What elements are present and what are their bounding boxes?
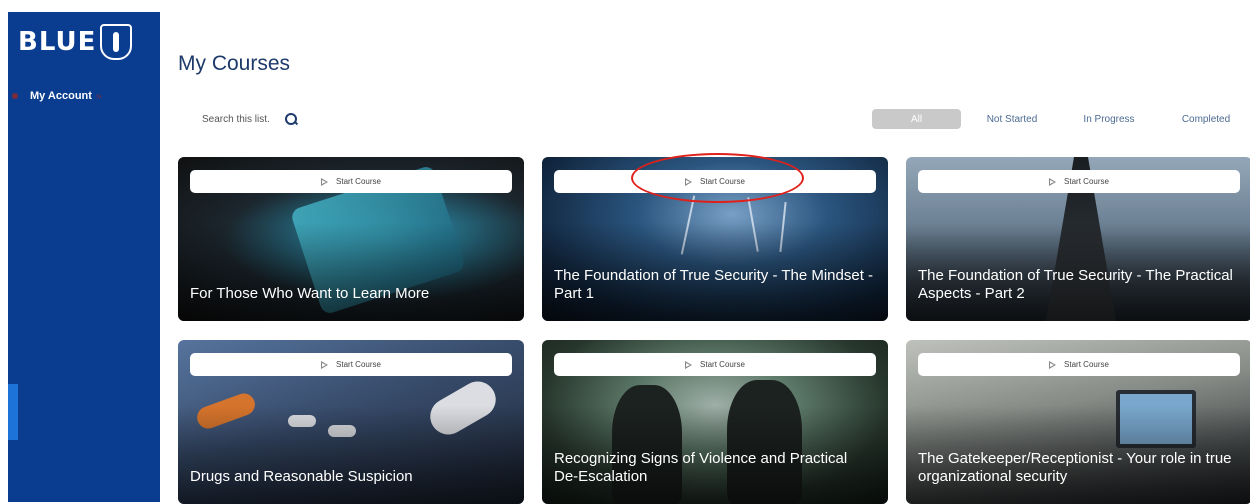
start-course-label: Start Course xyxy=(336,360,381,369)
start-course-label: Start Course xyxy=(700,360,745,369)
course-card[interactable]: Start Course Drugs and Reasonable Suspic… xyxy=(178,340,524,504)
chevron-right-icon: » xyxy=(95,90,102,102)
course-title[interactable]: The Foundation of True Security - The Pr… xyxy=(918,267,1238,303)
start-course-button[interactable]: Start Course xyxy=(190,353,512,376)
course-card[interactable]: Start Course The Foundation of True Secu… xyxy=(906,157,1250,321)
start-course-button[interactable]: Start Course xyxy=(918,170,1240,193)
filter-in-progress[interactable]: In Progress xyxy=(1078,109,1140,129)
start-course-label: Start Course xyxy=(1064,360,1109,369)
sidebar-item-my-account[interactable]: My Account » xyxy=(8,90,160,102)
search-icon[interactable] xyxy=(284,112,298,126)
course-title[interactable]: The Foundation of True Security - The Mi… xyxy=(554,267,874,303)
filter-completed[interactable]: Completed xyxy=(1177,109,1235,129)
sidebar-item-label: My Account xyxy=(30,90,92,102)
search-input[interactable] xyxy=(202,113,276,125)
filter-all[interactable]: All xyxy=(872,109,961,129)
search-bar xyxy=(202,112,298,126)
start-course-label: Start Course xyxy=(336,177,381,186)
highlight-annotation xyxy=(631,153,804,203)
course-card[interactable]: Start Course Recognizing Signs of Violen… xyxy=(542,340,888,504)
play-icon xyxy=(1049,177,1057,186)
logo-emblem-icon xyxy=(100,24,133,60)
play-icon xyxy=(321,177,329,186)
sidebar-gap xyxy=(0,430,8,502)
logo-text: BLUE xyxy=(18,27,97,57)
play-icon xyxy=(1049,360,1057,369)
play-icon xyxy=(321,360,329,369)
course-card[interactable]: Start Course For Those Who Want to Learn… xyxy=(178,157,524,321)
start-course-button[interactable]: Start Course xyxy=(190,170,512,193)
logo[interactable]: BLUE xyxy=(18,22,133,62)
sidebar-accent-strip xyxy=(8,384,18,440)
start-course-button[interactable]: Start Course xyxy=(918,353,1240,376)
start-course-label: Start Course xyxy=(1064,177,1109,186)
page-title: My Courses xyxy=(178,52,291,75)
play-icon xyxy=(685,360,693,369)
sidebar: BLUE My Account » xyxy=(8,12,160,502)
course-card[interactable]: Start Course The Gatekeeper/Receptionist… xyxy=(906,340,1250,504)
filter-not-started[interactable]: Not Started xyxy=(980,109,1044,129)
course-title[interactable]: The Gatekeeper/Receptionist - Your role … xyxy=(918,450,1238,486)
course-title[interactable]: For Those Who Want to Learn More xyxy=(190,285,510,303)
filter-tabs: All Not Started In Progress Completed xyxy=(872,109,1250,129)
bullet-icon xyxy=(12,93,18,99)
course-title[interactable]: Recognizing Signs of Violence and Practi… xyxy=(554,450,874,486)
start-course-button[interactable]: Start Course xyxy=(554,353,876,376)
course-title[interactable]: Drugs and Reasonable Suspicion xyxy=(190,468,510,486)
